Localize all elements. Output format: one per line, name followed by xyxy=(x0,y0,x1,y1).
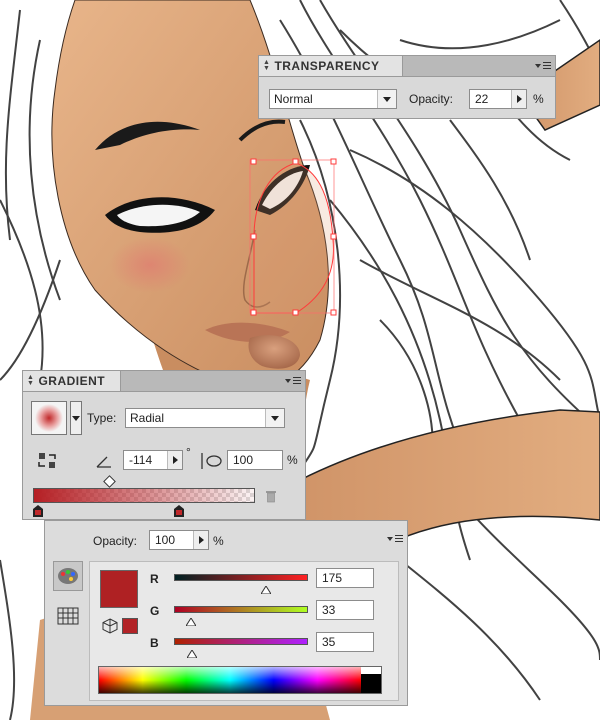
transparency-panel-header[interactable]: ▲ ▼ TRANSPARENCY xyxy=(259,56,555,77)
blend-mode-dropdown[interactable]: Normal xyxy=(269,89,397,109)
reverse-gradient-icon[interactable] xyxy=(37,451,59,471)
gradient-panel: ▲ ▼ GRADIENT Type: Radial -114 ° 100 % xyxy=(22,370,306,520)
color-opacity-label: Opacity: xyxy=(93,534,138,548)
green-channel-thumb[interactable] xyxy=(185,615,198,627)
red-channel-thumb[interactable] xyxy=(260,583,272,595)
palette-icon xyxy=(58,568,78,584)
swatches-grid-icon[interactable] xyxy=(57,607,79,625)
red-channel-field[interactable]: 175 xyxy=(316,568,374,588)
angle-icon xyxy=(95,453,113,469)
panel-menu-icon[interactable] xyxy=(535,60,551,72)
red-channel-value: 175 xyxy=(322,571,343,585)
color-opacity-stepper-icon[interactable] xyxy=(193,531,208,549)
panel-menu-icon[interactable] xyxy=(387,533,403,545)
aspect-ratio-field[interactable]: 100 xyxy=(227,450,283,470)
opacity-stepper-icon[interactable] xyxy=(511,90,526,108)
collapse-arrows-icon[interactable]: ▲ ▼ xyxy=(263,59,270,72)
gradient-ramp[interactable] xyxy=(33,488,255,503)
green-channel-label: G xyxy=(150,604,160,618)
gradient-stop-left[interactable] xyxy=(33,505,43,517)
blue-channel-thumb[interactable] xyxy=(186,647,199,659)
opacity-label: Opacity: xyxy=(409,92,454,106)
blue-channel-label: B xyxy=(150,636,159,650)
gradient-swatch[interactable] xyxy=(31,401,67,435)
transparency-panel: ▲ ▼ TRANSPARENCY Normal Opacity: 22 % xyxy=(258,55,556,119)
color-palette-button[interactable] xyxy=(53,561,83,591)
gradient-title: GRADIENT xyxy=(38,374,106,388)
aspect-ratio-value: 100 xyxy=(233,453,254,467)
color-opacity-value: 100 xyxy=(155,533,176,547)
angle-stepper-icon[interactable] xyxy=(167,451,182,469)
blue-channel-value: 35 xyxy=(322,635,336,649)
color-spectrum-bar[interactable] xyxy=(98,666,382,694)
web-safe-color-swatch[interactable] xyxy=(122,618,138,634)
green-channel-field[interactable]: 33 xyxy=(316,600,374,620)
type-label: Type: xyxy=(87,411,117,425)
panel-menu-icon[interactable] xyxy=(285,375,301,387)
fill-color-swatch[interactable] xyxy=(100,570,138,608)
blend-mode-value: Normal xyxy=(274,92,313,106)
chevron-down-icon[interactable] xyxy=(377,90,396,108)
green-channel-value: 33 xyxy=(322,603,336,617)
gradient-type-value: Radial xyxy=(130,411,165,425)
color-sliders-area: R 175 G 33 B 35 xyxy=(89,561,399,701)
gradient-tab[interactable]: ▲ ▼ GRADIENT xyxy=(23,371,121,391)
trash-icon[interactable] xyxy=(265,489,277,503)
red-channel-label: R xyxy=(150,572,159,586)
green-channel-slider[interactable] xyxy=(174,606,308,613)
color-opacity-unit: % xyxy=(213,534,224,548)
cheek-blush xyxy=(110,237,190,293)
swatch-dropdown-icon[interactable] xyxy=(70,401,82,435)
gradient-stop-right[interactable] xyxy=(174,505,184,517)
blue-channel-slider[interactable] xyxy=(174,638,308,645)
aspect-ratio-icon xyxy=(199,451,223,471)
blue-channel-field[interactable]: 35 xyxy=(316,632,374,652)
gamut-cube-icon[interactable] xyxy=(102,618,118,634)
opacity-field[interactable]: 22 xyxy=(469,89,527,109)
gradient-panel-header[interactable]: ▲ ▼ GRADIENT xyxy=(23,371,305,392)
angle-field[interactable]: -114 xyxy=(123,450,183,470)
color-opacity-field[interactable]: 100 xyxy=(149,530,209,550)
midpoint-diamond[interactable] xyxy=(103,475,116,488)
opacity-value: 22 xyxy=(475,92,489,106)
gradient-type-dropdown[interactable]: Radial xyxy=(125,408,285,428)
collapse-arrows-icon[interactable]: ▲ ▼ xyxy=(27,374,34,387)
transparency-title: TRANSPARENCY xyxy=(274,59,380,73)
degree-symbol: ° xyxy=(186,445,191,459)
angle-value: -114 xyxy=(129,453,153,467)
opacity-unit: % xyxy=(533,92,544,106)
transparency-tab[interactable]: ▲ ▼ TRANSPARENCY xyxy=(259,56,403,76)
color-panel: Opacity: 100 % R 175 G 33 B 35 xyxy=(44,520,408,706)
red-channel-slider[interactable] xyxy=(174,574,308,581)
chevron-down-icon[interactable] xyxy=(265,409,284,427)
aspect-ratio-unit: % xyxy=(287,453,298,467)
